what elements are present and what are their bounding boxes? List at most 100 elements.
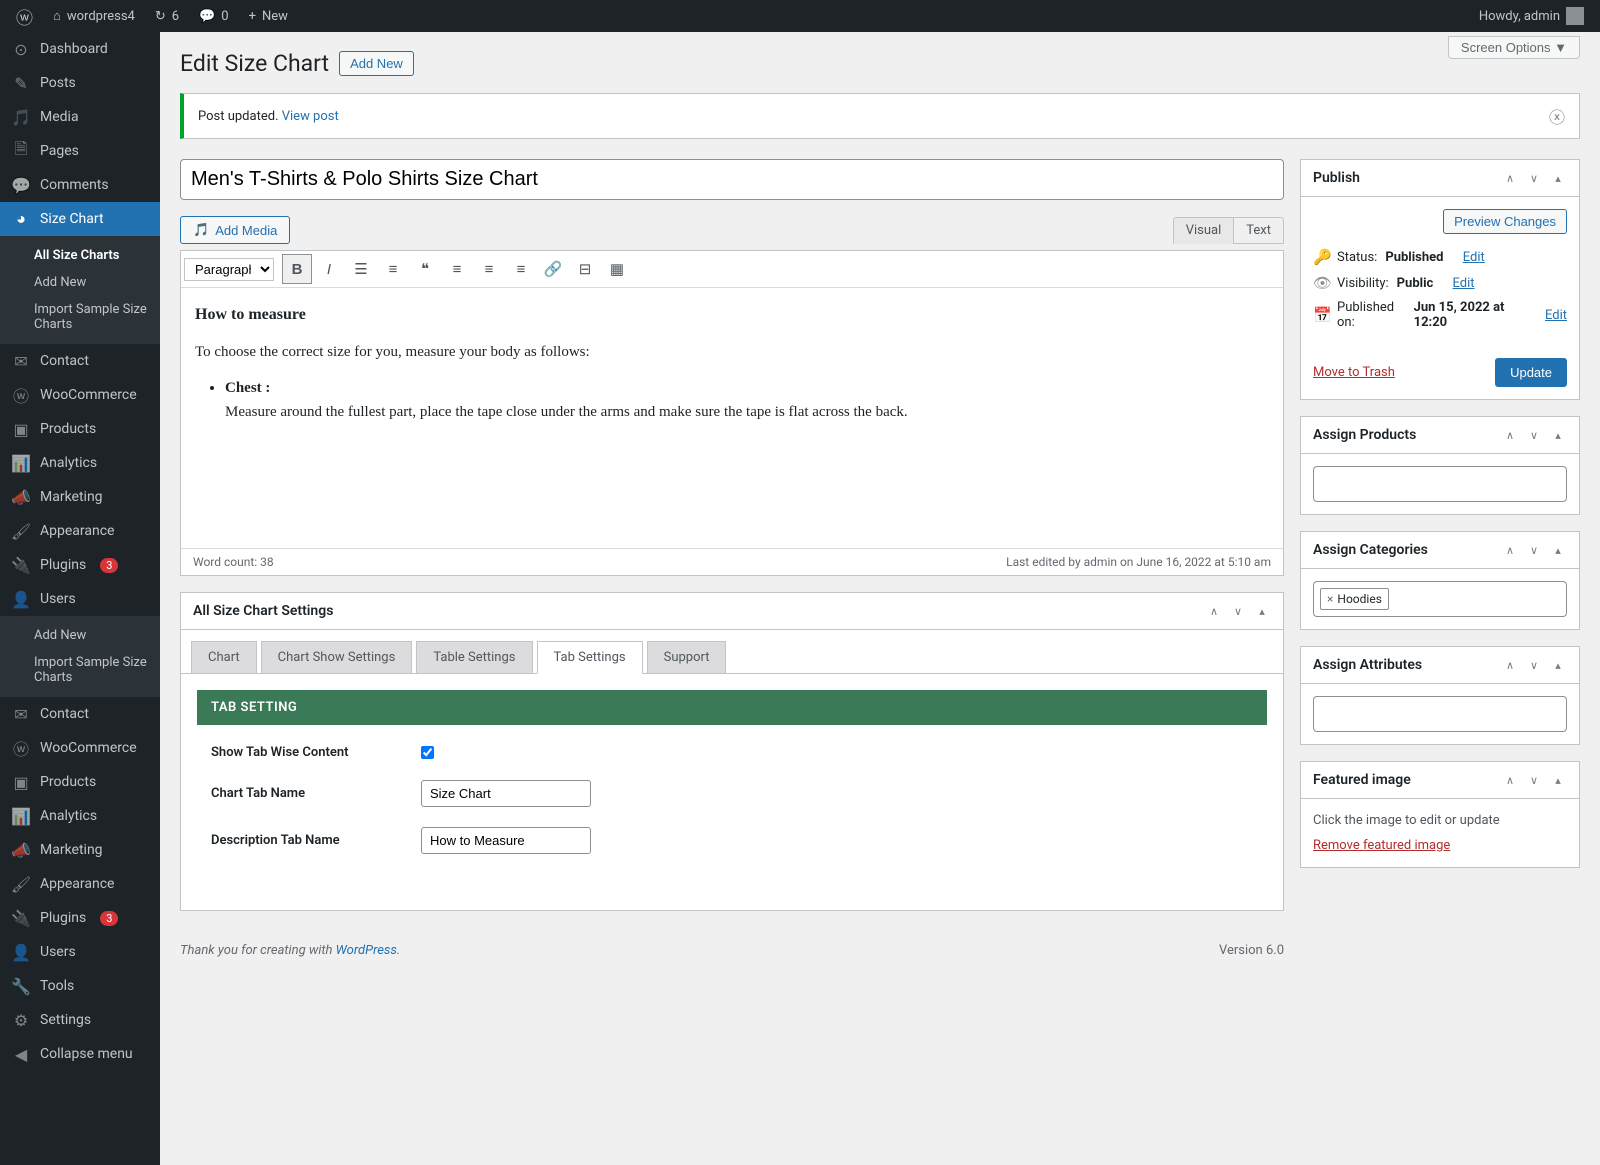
add-media-button[interactable]: 🎵Add Media [180, 216, 290, 244]
panel-down[interactable]: ∨ [1525, 774, 1543, 787]
italic-button[interactable]: I [314, 254, 344, 284]
bullet-list-button[interactable]: ☰ [346, 254, 376, 284]
panel-up[interactable]: ∧ [1501, 659, 1519, 672]
menu-appearance-2[interactable]: 🖌Appearance [0, 867, 160, 901]
menu-products[interactable]: ▣Products [0, 412, 160, 446]
tab-visual[interactable]: Visual [1173, 217, 1234, 244]
panel-toggle[interactable]: ▴ [1549, 429, 1567, 442]
assign-categories-input[interactable]: ×Hoodies [1313, 581, 1567, 617]
panel-toggle[interactable]: ▴ [1549, 544, 1567, 557]
panel-down[interactable]: ∨ [1525, 659, 1543, 672]
edit-status-link[interactable]: Edit [1463, 250, 1485, 265]
panel-up[interactable]: ∧ [1501, 429, 1519, 442]
plugin-icon: 🔌 [12, 909, 30, 927]
menu-tools[interactable]: 🔧Tools [0, 969, 160, 1003]
quote-button[interactable]: ❝ [410, 254, 440, 284]
menu-pages[interactable]: 🗎Pages [0, 134, 160, 168]
tab-tab-settings[interactable]: Tab Settings [537, 641, 643, 674]
panel-up[interactable]: ∧ [1501, 774, 1519, 787]
last-edited: Last edited by admin on June 16, 2022 at… [1006, 555, 1271, 569]
move-to-trash[interactable]: Move to Trash [1313, 365, 1395, 380]
menu-marketing-2[interactable]: 📣Marketing [0, 833, 160, 867]
comments-link[interactable]: 💬0 [191, 0, 237, 32]
assign-products-input[interactable] [1313, 466, 1567, 502]
numbered-list-button[interactable]: ≡ [378, 254, 408, 284]
new-link[interactable]: +New [241, 0, 296, 32]
panel-toggle[interactable]: ▴ [1549, 172, 1567, 185]
submenu-all-size-charts[interactable]: All Size Charts [0, 242, 160, 269]
tab-chart-show[interactable]: Chart Show Settings [261, 641, 413, 674]
edit-date-link[interactable]: Edit [1545, 308, 1567, 323]
menu-settings[interactable]: ⚙Settings [0, 1003, 160, 1037]
assign-attributes-input[interactable] [1313, 696, 1567, 732]
panel-down[interactable]: ∨ [1525, 172, 1543, 185]
screen-options-button[interactable]: Screen Options ▼ [1448, 36, 1580, 59]
menu-size-chart[interactable]: ◕Size Chart [0, 202, 160, 236]
toolbar-toggle-button[interactable]: ▦ [602, 254, 632, 284]
updates-link[interactable]: ↻6 [147, 0, 187, 32]
align-right-button[interactable]: ≡ [506, 254, 536, 284]
tab-table[interactable]: Table Settings [416, 641, 532, 674]
menu-contact[interactable]: ✉Contact [0, 344, 160, 378]
menu-appearance[interactable]: 🖌Appearance [0, 514, 160, 548]
menu-users[interactable]: 👤Users [0, 582, 160, 616]
submenu-import-sample[interactable]: Import Sample Size Charts [0, 296, 160, 338]
align-center-button[interactable]: ≡ [474, 254, 504, 284]
remove-featured-link[interactable]: Remove featured image [1313, 838, 1450, 853]
submenu-add-new[interactable]: Add New [0, 269, 160, 296]
wp-logo[interactable]: ⓦ [8, 0, 41, 32]
add-new-button[interactable]: Add New [339, 51, 414, 76]
format-select[interactable]: Paragraph [184, 258, 274, 281]
menu-dashboard[interactable]: ⊙Dashboard [0, 32, 160, 66]
menu-plugins[interactable]: 🔌Plugins3 [0, 548, 160, 582]
menu-media[interactable]: 🎵Media [0, 100, 160, 134]
menu-analytics-2[interactable]: 📊Analytics [0, 799, 160, 833]
preview-changes-button[interactable]: Preview Changes [1443, 209, 1567, 234]
tab-support[interactable]: Support [647, 641, 727, 674]
site-home-link[interactable]: ⌂wordpress4 [45, 0, 143, 32]
panel-toggle[interactable]: ▴ [1549, 774, 1567, 787]
show-tab-wise-checkbox[interactable] [421, 746, 434, 759]
panel-up[interactable]: ∧ [1205, 605, 1223, 618]
wordpress-link[interactable]: WordPress [336, 943, 397, 958]
remove-token[interactable]: × [1327, 592, 1333, 606]
view-post-link[interactable]: View post [282, 109, 339, 124]
user-menu[interactable]: Howdy, admin [1471, 0, 1592, 32]
menu-contact-2[interactable]: ✉Contact [0, 697, 160, 731]
notice-text: Post updated. [198, 109, 282, 124]
menu-comments[interactable]: 💬Comments [0, 168, 160, 202]
panel-down[interactable]: ∨ [1525, 544, 1543, 557]
menu-analytics[interactable]: 📊Analytics [0, 446, 160, 480]
submenu-import-sample-2[interactable]: Import Sample Size Charts [0, 649, 160, 691]
panel-toggle[interactable]: ▴ [1253, 605, 1271, 618]
menu-plugins-2[interactable]: 🔌Plugins3 [0, 901, 160, 935]
published-label: Published on: [1337, 300, 1406, 330]
menu-users-2[interactable]: 👤Users [0, 935, 160, 969]
notice-dismiss[interactable]: ⓧ [1549, 104, 1565, 128]
menu-products-2[interactable]: ▣Products [0, 765, 160, 799]
menu-posts[interactable]: ✎Posts [0, 66, 160, 100]
menu-collapse[interactable]: ◀Collapse menu [0, 1037, 160, 1071]
panel-toggle[interactable]: ▴ [1549, 659, 1567, 672]
menu-marketing[interactable]: 📣Marketing [0, 480, 160, 514]
panel-down[interactable]: ∨ [1525, 429, 1543, 442]
desc-tab-name-input[interactable] [421, 827, 591, 854]
submenu-add-new-2[interactable]: Add New [0, 622, 160, 649]
link-button[interactable]: 🔗 [538, 254, 568, 284]
menu-woocommerce[interactable]: ⓦWooCommerce [0, 378, 160, 412]
align-left-button[interactable]: ≡ [442, 254, 472, 284]
tab-text[interactable]: Text [1233, 217, 1284, 244]
more-button[interactable]: ⊟ [570, 254, 600, 284]
panel-up[interactable]: ∧ [1501, 172, 1519, 185]
chart-tab-name-input[interactable] [421, 780, 591, 807]
editor-content[interactable]: How to measure To choose the correct siz… [181, 288, 1283, 548]
update-button[interactable]: Update [1495, 358, 1567, 387]
tab-chart[interactable]: Chart [191, 641, 257, 674]
woo-icon: ⓦ [12, 739, 30, 757]
edit-visibility-link[interactable]: Edit [1453, 276, 1475, 291]
panel-down[interactable]: ∨ [1229, 605, 1247, 618]
menu-woocommerce-2[interactable]: ⓦWooCommerce [0, 731, 160, 765]
post-title-input[interactable] [180, 159, 1284, 200]
panel-up[interactable]: ∧ [1501, 544, 1519, 557]
bold-button[interactable]: B [282, 254, 312, 284]
